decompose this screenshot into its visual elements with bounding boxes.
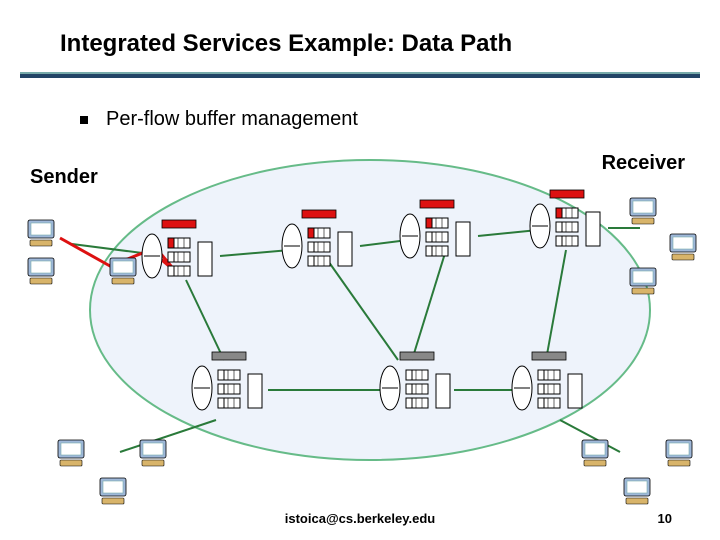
host-computer xyxy=(670,234,696,260)
link xyxy=(120,420,216,452)
host-computer xyxy=(110,258,136,284)
page-number: 10 xyxy=(658,511,672,526)
network-diagram xyxy=(0,0,720,540)
host-computer xyxy=(630,268,656,294)
host-computer xyxy=(28,220,54,246)
host-computer xyxy=(28,258,54,284)
footer-email: istoica@cs.berkeley.edu xyxy=(0,511,720,526)
host-computer xyxy=(140,440,166,466)
host-computer xyxy=(100,478,126,504)
host-computer xyxy=(624,478,650,504)
cloud xyxy=(90,160,650,460)
host-computer xyxy=(582,440,608,466)
host-computer xyxy=(58,440,84,466)
host-computer xyxy=(666,440,692,466)
host-computer xyxy=(630,198,656,224)
